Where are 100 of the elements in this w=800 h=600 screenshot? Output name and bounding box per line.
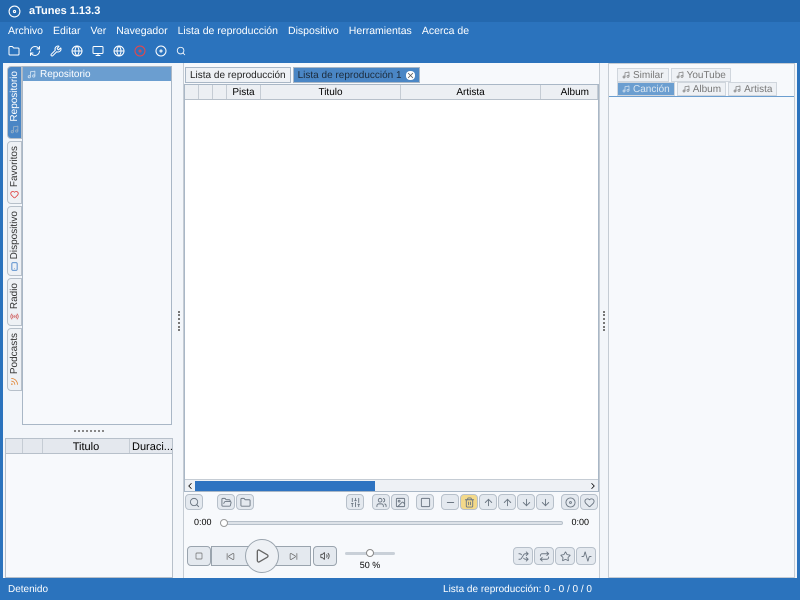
arrow-up-icon xyxy=(482,496,494,508)
menu-item[interactable]: Ver xyxy=(90,24,106,40)
column-header[interactable]: Pista xyxy=(227,85,261,99)
previous-icon xyxy=(226,552,234,560)
column-header[interactable]: Titulo xyxy=(261,85,401,99)
refresh-icon[interactable] xyxy=(29,45,41,57)
play-icon xyxy=(254,548,270,564)
column-header[interactable]: Duraci... xyxy=(130,439,172,453)
column-header[interactable]: Titulo xyxy=(43,439,130,453)
stop-button[interactable] xyxy=(187,546,211,566)
search-button[interactable] xyxy=(185,494,203,510)
splitter-handle[interactable] xyxy=(178,310,180,330)
move-up-button[interactable] xyxy=(498,494,516,510)
artist-button[interactable] xyxy=(372,494,390,510)
menu-item[interactable]: Editar xyxy=(53,24,80,40)
shuffle-button[interactable] xyxy=(513,547,533,565)
side-tab[interactable]: Radio xyxy=(7,278,22,326)
side-tab[interactable]: Repositorio xyxy=(7,66,22,139)
menu-item[interactable]: Navegador xyxy=(116,24,168,40)
close-icon[interactable] xyxy=(406,70,415,80)
move-top-button[interactable] xyxy=(479,494,497,510)
menu-item[interactable]: Acerca de xyxy=(422,24,470,40)
heart-icon xyxy=(584,496,594,508)
column-header[interactable]: Album xyxy=(541,85,598,99)
music-note-icon xyxy=(682,85,690,93)
repeat-button[interactable] xyxy=(534,547,554,565)
volume-slider[interactable] xyxy=(345,549,395,558)
speaker-icon xyxy=(320,551,330,561)
folder-icon xyxy=(220,496,232,508)
music-note-icon xyxy=(676,71,684,79)
context-tab[interactable]: Artista xyxy=(728,82,778,96)
disc-icon xyxy=(564,496,576,508)
previous-button[interactable] xyxy=(211,546,249,566)
music-note-icon xyxy=(733,85,742,93)
visualizer-button[interactable] xyxy=(576,547,596,565)
edit-button[interactable] xyxy=(346,494,364,510)
people-icon xyxy=(376,496,386,508)
shuffle-icon xyxy=(518,550,528,562)
volume-thumb[interactable] xyxy=(366,549,374,558)
square-icon xyxy=(420,496,430,508)
music-note-icon xyxy=(622,71,630,79)
add-folder-button[interactable] xyxy=(217,494,235,510)
cd-icon[interactable] xyxy=(155,45,167,57)
disc-button[interactable] xyxy=(561,494,579,510)
music-note-icon xyxy=(10,124,19,134)
network-icon[interactable] xyxy=(113,45,125,57)
side-tab[interactable]: Favoritos xyxy=(7,140,22,204)
playlist-tab[interactable]: Lista de reproducción xyxy=(185,67,291,83)
clear-button[interactable] xyxy=(460,494,478,510)
folder-button[interactable] xyxy=(236,494,254,510)
column-header[interactable]: Artista xyxy=(401,85,541,99)
seek-thumb[interactable] xyxy=(220,519,228,527)
remove-button[interactable] xyxy=(441,494,459,510)
search-icon xyxy=(188,496,200,508)
context-tab[interactable]: Similar xyxy=(617,68,669,82)
move-down-button[interactable] xyxy=(517,494,535,510)
playlist-tab[interactable]: Lista de reproducción 1 xyxy=(292,67,420,83)
folder-icon[interactable] xyxy=(8,45,20,57)
scrollbar-thumb[interactable] xyxy=(195,480,375,490)
arrow-up-icon xyxy=(502,496,512,508)
search-icon[interactable] xyxy=(176,46,186,56)
window-icon[interactable] xyxy=(92,45,104,57)
horizontal-scrollbar[interactable] xyxy=(185,479,598,491)
side-tab[interactable]: Podcasts xyxy=(7,328,22,392)
context-tab[interactable]: YouTube xyxy=(670,68,731,82)
sliders-icon xyxy=(350,496,360,508)
autoplay-button[interactable] xyxy=(555,547,575,565)
favorite-button[interactable] xyxy=(580,494,598,510)
menu-item[interactable]: Archivo xyxy=(8,24,44,40)
repeat-icon xyxy=(538,550,550,562)
wave-icon xyxy=(580,550,592,562)
music-note-icon xyxy=(622,85,630,93)
window-title: aTunes 1.13.3 xyxy=(29,4,100,19)
select-button[interactable] xyxy=(416,494,434,510)
image-icon xyxy=(394,496,406,508)
menu-item[interactable]: Dispositivo xyxy=(288,24,339,40)
playlist-summary: Lista de reproducción: 0 - 0 / 0 / 0 xyxy=(443,582,593,596)
stop-icon xyxy=(195,552,203,560)
mute-button[interactable] xyxy=(313,546,337,566)
splitter-handle[interactable] xyxy=(603,310,605,330)
heart-icon xyxy=(10,190,19,199)
arrow-down-icon xyxy=(520,496,532,508)
status-text: Detenido xyxy=(8,582,48,596)
rss-icon xyxy=(10,377,19,386)
album-button[interactable] xyxy=(391,494,409,510)
elapsed-time: 0:00 xyxy=(194,516,212,530)
side-tab[interactable]: Dispositivo xyxy=(7,206,22,276)
app-logo-icon xyxy=(8,4,21,18)
menu-item[interactable]: Herramientas xyxy=(348,24,412,40)
volume-reading: 50 % xyxy=(360,559,380,572)
globe-icon[interactable] xyxy=(71,45,83,57)
phone-icon xyxy=(10,262,19,272)
menu-item[interactable]: Lista de reproducción xyxy=(178,24,278,40)
context-tab[interactable]: Album xyxy=(676,82,726,96)
arrow-down-icon xyxy=(540,496,550,508)
seek-slider[interactable] xyxy=(220,519,564,527)
tools-icon[interactable] xyxy=(50,45,62,57)
move-bottom-button[interactable] xyxy=(536,494,554,510)
star-icon xyxy=(560,550,570,562)
play-button[interactable] xyxy=(245,539,279,573)
